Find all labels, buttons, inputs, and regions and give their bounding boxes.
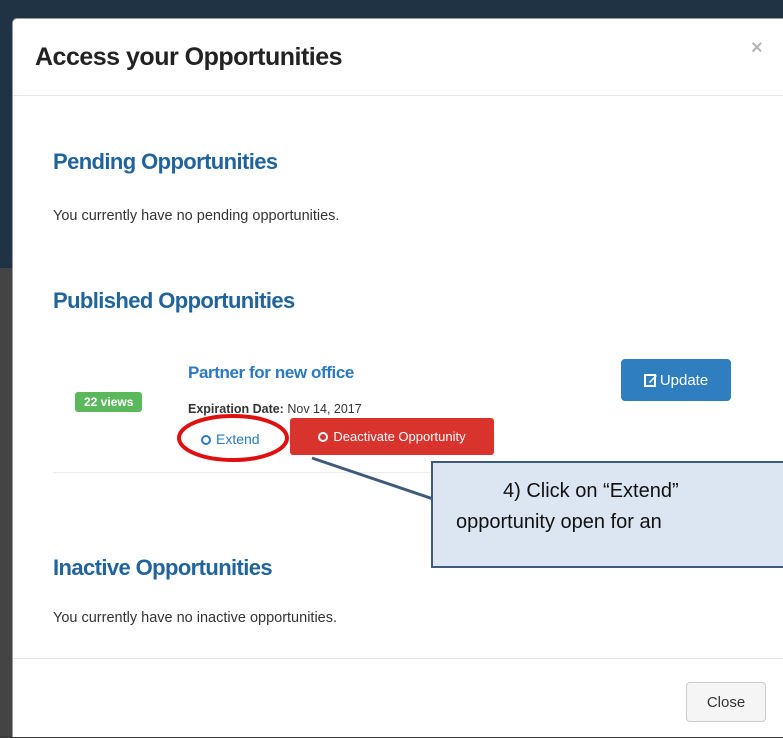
update-label: Update <box>659 371 709 389</box>
pending-empty-text: You currently have no pending opportunit… <box>53 208 340 224</box>
clock-icon <box>201 435 211 445</box>
callout-line-1: 4) Click on “Extend” <box>503 480 679 502</box>
edit-icon <box>643 374 657 387</box>
minus-circle-icon <box>318 431 329 442</box>
opportunity-title-link[interactable]: Partner for new office <box>188 363 354 383</box>
annotation-callout: 4) Click on “Extend” opportunity open fo… <box>431 461 783 568</box>
extend-label: Extend <box>216 431 260 447</box>
close-button[interactable]: Close <box>686 682 766 722</box>
deactivate-opportunity-button[interactable]: Deactivate Opportunity <box>290 418 494 455</box>
expiration-date: Expiration Date: Nov 14, 2017 <box>188 402 362 416</box>
update-button[interactable]: Update <box>621 359 731 401</box>
extend-link[interactable]: Extend <box>201 431 260 447</box>
published-section-title: Published Opportunities <box>53 288 295 313</box>
pending-section-title: Pending Opportunities <box>53 149 278 174</box>
modal-title: Access your Opportunities <box>35 43 343 71</box>
expiration-label: Expiration Date: <box>188 402 284 416</box>
expiration-value: Nov 14, 2017 <box>287 402 362 416</box>
callout-line-2: opportunity open for an <box>456 511 662 533</box>
opportunities-modal: Access your Opportunities × Pending Oppo… <box>12 18 783 737</box>
modal-footer: Close <box>13 658 783 738</box>
opportunity-row: 22 views Partner for new office Expirati… <box>53 346 745 473</box>
inactive-empty-text: You currently have no inactive opportuni… <box>53 610 338 626</box>
views-badge: 22 views <box>75 392 143 412</box>
close-icon[interactable]: × <box>751 37 763 60</box>
modal-header: Access your Opportunities × <box>13 19 783 96</box>
deactivate-label: Deactivate Opportunity <box>333 429 466 444</box>
inactive-section-title: Inactive Opportunities <box>53 555 273 580</box>
